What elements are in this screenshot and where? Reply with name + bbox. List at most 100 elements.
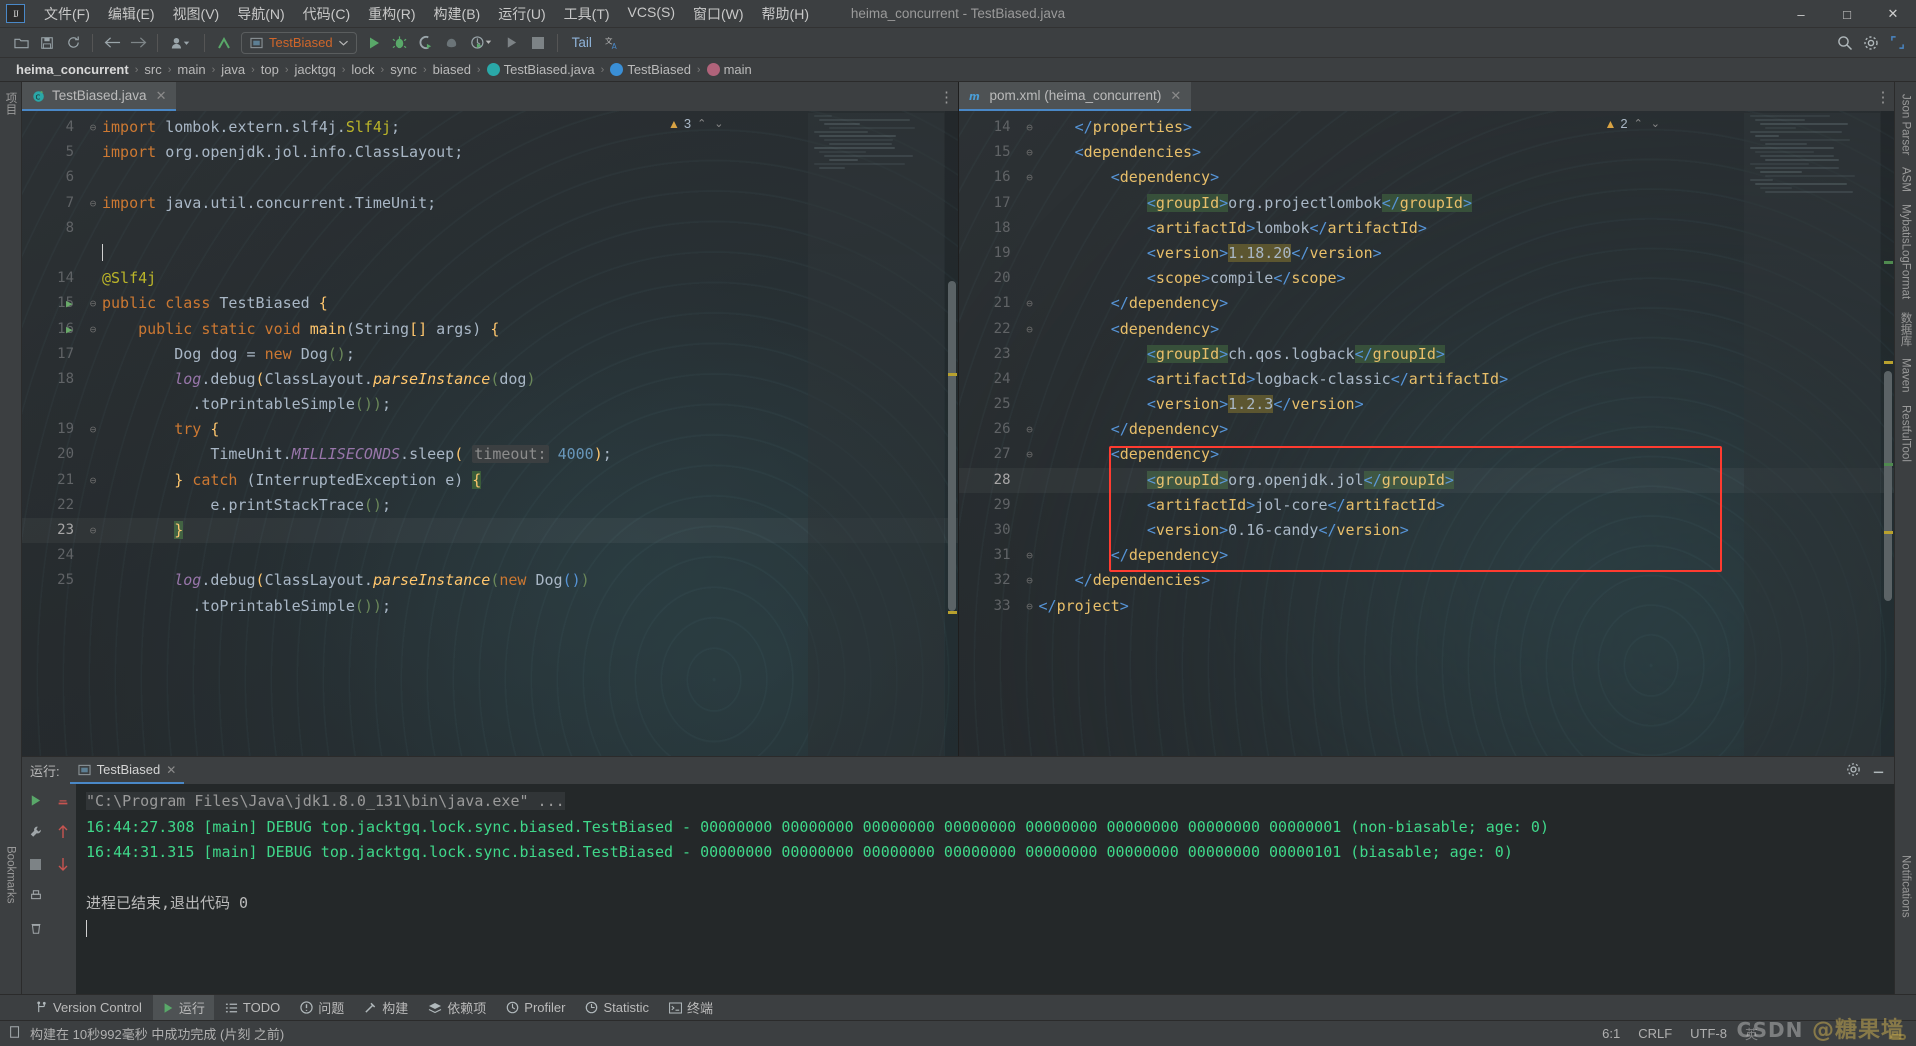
scrollbar-thumb[interactable] [1884,371,1892,601]
sidebar-item-maven[interactable]: Maven [1898,352,1914,399]
indent-indicator[interactable]: 英 [1745,1024,1758,1043]
toolwin-build[interactable]: 构建 [355,995,417,1020]
print-icon[interactable] [26,886,46,906]
breadcrumb-item-src[interactable]: src [138,62,167,77]
warning-stripe[interactable] [1884,531,1893,534]
menu-code[interactable]: 代码(C) [294,1,359,27]
stop-icon[interactable] [525,31,551,55]
menu-help[interactable]: 帮助(H) [753,1,818,27]
rerun-failed-icon[interactable] [53,790,73,810]
chevron-up-icon[interactable]: ⌃ [695,117,708,130]
fold-marker[interactable]: ⊖ [84,468,102,493]
run-icon[interactable] [361,31,387,55]
fold-marker[interactable]: ⊖ [84,317,102,342]
fold-marker[interactable]: ⊖ [1021,417,1039,442]
ok-stripe[interactable] [1884,261,1893,264]
expand-icon[interactable] [1884,31,1910,55]
menu-navigate[interactable]: 导航(N) [228,1,293,27]
toolwin-profiler[interactable]: Profiler [497,997,574,1018]
line-separator[interactable]: CRLF [1638,1026,1672,1041]
ok-stripe[interactable] [1884,463,1893,466]
breadcrumb-item-biased[interactable]: biased [427,62,477,77]
sidebar-item-restfultool[interactable]: RestfulTool [1898,399,1914,468]
fold-marker[interactable]: ⊖ [1021,140,1039,165]
toolwin-todo[interactable]: TODO [216,997,289,1018]
breadcrumb-item-jacktgq[interactable]: jacktgq [289,62,342,77]
inspection-widget-left[interactable]: ▲ 3 ⌃ ⌄ [668,116,726,131]
toolwin-statistic[interactable]: Statistic [576,997,658,1018]
menu-run[interactable]: 运行(U) [489,1,554,27]
fold-marker[interactable]: ⊖ [84,191,102,216]
fold-marker[interactable]: ⊖ [1021,543,1039,568]
warning-stripe[interactable] [947,373,957,376]
fold-marker[interactable]: ⊖ [1021,115,1039,140]
fold-marker[interactable]: ⊖ [1021,165,1039,190]
forward-arrow-icon[interactable] [125,31,151,55]
fold-marker[interactable]: ⊖ [1021,291,1039,316]
run-secondary-icon[interactable] [499,31,525,55]
toolwin-problems[interactable]: 问题 [291,995,353,1020]
chevron-down-icon[interactable]: ⌄ [712,117,725,130]
toolwin-version-control[interactable]: Version Control [26,997,151,1018]
fold-marker[interactable]: ⊖ [1021,568,1039,593]
sidebar-item-asm[interactable]: ASM [1898,161,1914,198]
breadcrumb-item-testbiased-java[interactable]: TestBiased.java [481,62,601,77]
menu-vcs[interactable]: VCS(S) [619,1,684,27]
run-tab-testbiased[interactable]: TestBiased ✕ [69,757,185,784]
run-with-profiler-icon[interactable] [465,31,499,55]
menu-refactor[interactable]: 重构(R) [359,1,424,27]
breadcrumb-item-testbiased[interactable]: TestBiased [604,62,697,77]
profile-icon[interactable] [164,31,198,55]
warning-stripe[interactable] [1884,361,1893,364]
caret-position[interactable]: 6:1 [1602,1026,1620,1041]
translate-icon[interactable]: 文A [600,31,626,55]
profiler-icon[interactable] [439,31,465,55]
run-coverage-icon[interactable] [413,31,439,55]
update-project-icon[interactable] [211,31,237,55]
fold-marker[interactable]: ⊖ [84,518,102,543]
settings-icon[interactable] [1846,762,1861,780]
fold-marker[interactable]: ⊖ [1021,594,1039,619]
back-arrow-icon[interactable] [99,31,125,55]
breadcrumb-item-main[interactable]: main [701,62,758,77]
fold-marker[interactable]: ⊖ [1021,317,1039,342]
fold-marker[interactable]: ⊖ [84,417,102,442]
down-arrow-icon[interactable] [53,854,73,874]
menu-tools[interactable]: 工具(T) [555,1,619,27]
minimize-button[interactable]: – [1778,0,1824,28]
chevron-down-icon[interactable]: ⌄ [1649,117,1662,130]
menu-edit[interactable]: 编辑(E) [99,1,164,27]
toolwin-dependencies[interactable]: 依赖项 [419,995,495,1020]
editor-options-icon[interactable]: ⋮ [1872,82,1894,111]
search-everywhere-icon[interactable] [1832,31,1858,55]
minimize-icon[interactable] [1871,762,1886,780]
file-encoding[interactable]: UTF-8 [1690,1026,1727,1041]
close-icon[interactable]: ✕ [1170,88,1181,104]
open-folder-icon[interactable] [8,31,34,55]
editor-tab-pom-xml[interactable]: m pom.xml (heima_concurrent) ✕ [958,82,1192,111]
sync-icon[interactable] [60,31,86,55]
menu-file[interactable]: 文件(F) [35,1,99,27]
breadcrumb-item-java[interactable]: java [215,62,251,77]
scrollbar-thumb[interactable] [947,281,956,611]
menu-build[interactable]: 构建(B) [425,1,490,27]
settings-icon[interactable] [1858,31,1884,55]
run-configuration-selector[interactable]: TestBiased [241,31,357,54]
breadcrumb-item-heima-concurrent[interactable]: heima_concurrent [10,62,135,77]
editor-options-icon[interactable]: ⋮ [936,82,958,111]
console-output[interactable]: "C:\Program Files\Java\jdk1.8.0_131\bin\… [76,784,1894,994]
fold-marker[interactable]: ⊖ [84,291,102,316]
stop-icon[interactable] [26,854,46,874]
menu-window[interactable]: 窗口(W) [684,1,753,27]
sidebar-item-notifications[interactable]: Notifications [1898,849,1914,924]
sidebar-item-project[interactable]: 项目 [1,86,21,121]
close-button[interactable]: ✕ [1870,0,1916,28]
close-icon[interactable]: ✕ [156,88,167,104]
fold-marker[interactable]: ⊖ [84,115,102,140]
close-icon[interactable]: ✕ [166,763,176,777]
tail-button[interactable]: Tail [564,35,600,50]
warning-stripe[interactable] [947,611,957,614]
inspection-widget-right[interactable]: ▲ 2 ⌃ ⌄ [1604,116,1662,131]
chevron-up-icon[interactable]: ⌃ [1632,117,1645,130]
up-arrow-icon[interactable] [53,822,73,842]
